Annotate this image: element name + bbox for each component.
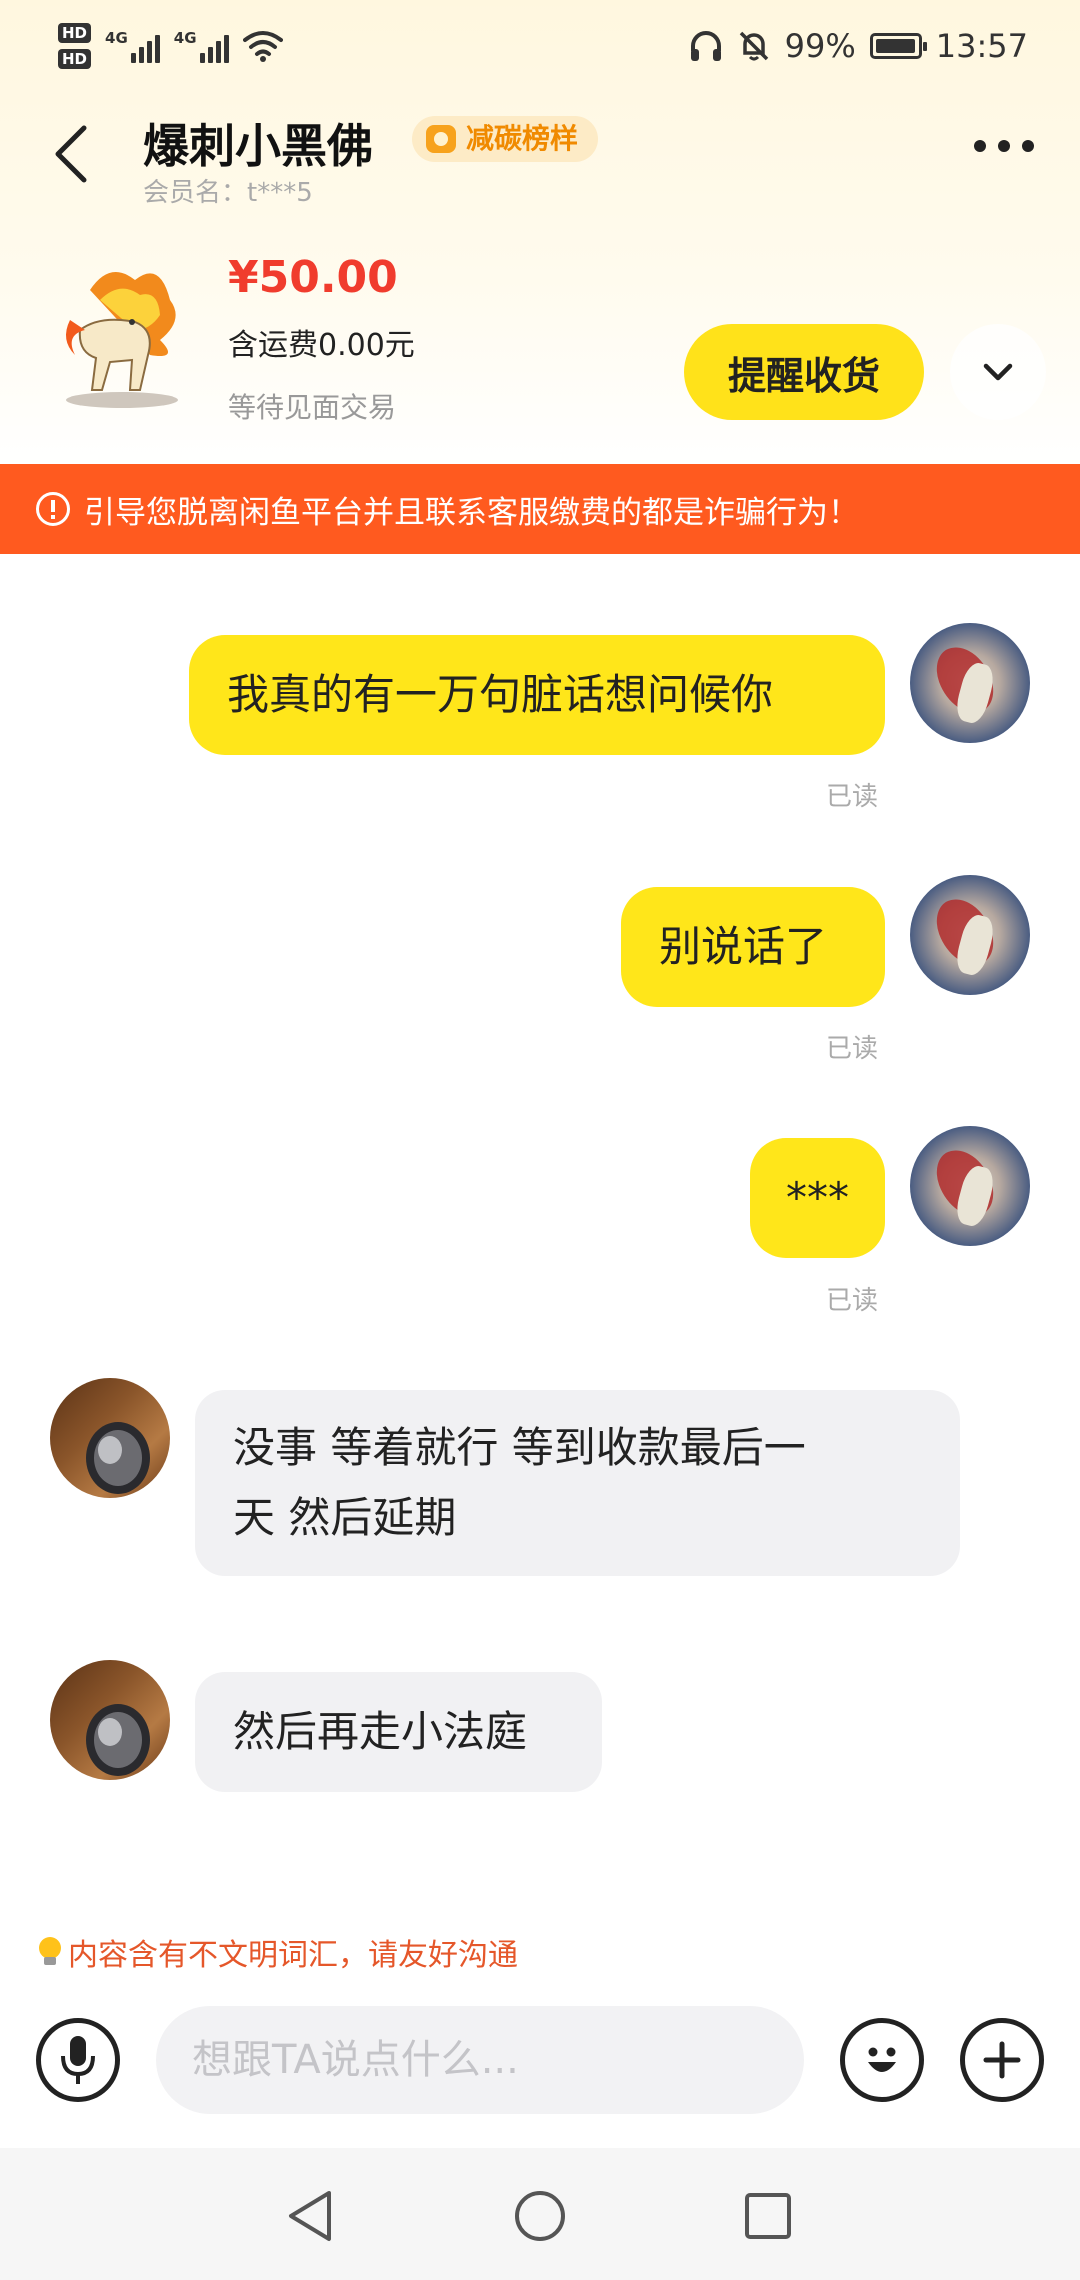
message-bubble[interactable]: 别说话了 bbox=[621, 887, 885, 1007]
status-bar-right: 99% 13:57 bbox=[689, 27, 1028, 65]
message-bubble[interactable]: 然后再走小法庭 bbox=[195, 1672, 602, 1792]
message-input[interactable] bbox=[156, 2006, 804, 2114]
message-bubble[interactable]: *** bbox=[750, 1138, 885, 1258]
message-bubble[interactable]: 我真的有一万句脏话想问候你 bbox=[189, 635, 885, 755]
self-avatar[interactable] bbox=[910, 623, 1030, 743]
message-text: *** bbox=[786, 1173, 849, 1222]
battery-icon bbox=[869, 33, 927, 59]
item-card[interactable]: ¥50.00 含运费0.00元 等待见面交易 提醒收货 bbox=[0, 240, 1080, 440]
message-text: 别说话了 bbox=[659, 922, 828, 971]
page-title: 爆刺小黑佛 bbox=[143, 119, 373, 173]
self-avatar[interactable] bbox=[910, 1126, 1030, 1246]
fraud-warning-banner: 引导您脱离闲鱼平台并且联系客服缴费的都是诈骗行为！ bbox=[0, 464, 1080, 554]
dot-icon bbox=[1022, 140, 1034, 152]
smiley-icon bbox=[868, 2047, 896, 2072]
carbon-badge[interactable]: 减碳榜样 bbox=[412, 116, 599, 162]
status-bar: HD HD 4G 4G 99% 13:57 bbox=[0, 0, 1080, 92]
microphone-icon bbox=[61, 2036, 95, 2084]
system-nav-bar bbox=[0, 2148, 1080, 2280]
nav-recents-button[interactable] bbox=[738, 2186, 798, 2246]
add-button[interactable] bbox=[960, 2018, 1044, 2102]
civility-notice: 内容含有不文明词汇，请友好沟通 bbox=[38, 1930, 518, 1974]
signal-2-icon: 4G bbox=[174, 29, 229, 63]
hd-badge-1: HD bbox=[58, 23, 92, 43]
battery-percent: 99% bbox=[784, 27, 856, 65]
leaf-icon bbox=[426, 125, 456, 153]
contact-avatar[interactable] bbox=[50, 1378, 170, 1498]
circle-home-icon bbox=[515, 2191, 565, 2241]
contact-avatar[interactable] bbox=[50, 1660, 170, 1780]
trade-status: 等待见面交易 bbox=[228, 391, 397, 424]
wifi-icon bbox=[242, 31, 283, 62]
warning-text: 引导您脱离闲鱼平台并且联系客服缴费的都是诈骗行为！ bbox=[84, 494, 859, 531]
message-text: 我真的有一万句脏话想问候你 bbox=[227, 670, 774, 719]
item-thumbnail[interactable] bbox=[40, 260, 200, 420]
voice-button[interactable] bbox=[36, 2018, 120, 2102]
plus-icon bbox=[983, 2041, 1021, 2079]
lightbulb-icon bbox=[38, 1937, 62, 1967]
hd-badge-2: HD bbox=[58, 49, 92, 69]
remind-receipt-button[interactable]: 提醒收货 bbox=[684, 324, 924, 420]
mute-bell-icon bbox=[739, 31, 768, 61]
member-name: 会员名：t***5 bbox=[143, 178, 313, 208]
read-status: 已读 bbox=[826, 1034, 879, 1064]
message-bubble[interactable]: 没事 等着就行 等到收款最后一 天 然后延期 bbox=[195, 1390, 960, 1576]
message-text-line: 没事 等着就行 等到收款最后一 bbox=[233, 1423, 806, 1472]
nav-home-button[interactable] bbox=[510, 2186, 570, 2246]
signal-1-icon: 4G bbox=[105, 29, 160, 63]
read-status: 已读 bbox=[826, 782, 879, 812]
item-price: ¥50.00 bbox=[228, 252, 398, 303]
status-bar-left: HD HD 4G 4G bbox=[58, 23, 283, 69]
input-bar bbox=[0, 1990, 1080, 2130]
nav-back-button[interactable] bbox=[280, 2186, 340, 2246]
self-avatar[interactable] bbox=[910, 875, 1030, 995]
more-button[interactable] bbox=[974, 140, 1034, 152]
hd-indicators: HD HD bbox=[58, 23, 92, 69]
back-button[interactable] bbox=[48, 124, 98, 184]
message-text-line: 天 然后延期 bbox=[233, 1493, 457, 1542]
expand-button[interactable] bbox=[950, 324, 1046, 420]
alert-icon bbox=[36, 492, 70, 526]
clock: 13:57 bbox=[935, 27, 1028, 65]
dot-icon bbox=[998, 140, 1010, 152]
chat-header: 爆刺小黑佛 减碳榜样 会员名：t***5 bbox=[0, 100, 1080, 210]
chevron-down-icon bbox=[983, 363, 1013, 381]
square-recents-icon bbox=[745, 2193, 791, 2239]
badge-label: 减碳榜样 bbox=[466, 122, 579, 155]
headphones-icon bbox=[690, 31, 721, 61]
read-status: 已读 bbox=[826, 1286, 879, 1316]
triangle-back-icon bbox=[289, 2191, 331, 2241]
dot-icon bbox=[974, 140, 986, 152]
emoji-button[interactable] bbox=[840, 2018, 924, 2102]
civility-text: 内容含有不文明词汇，请友好沟通 bbox=[68, 1938, 518, 1973]
chevron-left-icon bbox=[55, 125, 87, 183]
message-text: 然后再走小法庭 bbox=[233, 1707, 528, 1756]
shipping-fee: 含运费0.00元 bbox=[228, 328, 415, 363]
